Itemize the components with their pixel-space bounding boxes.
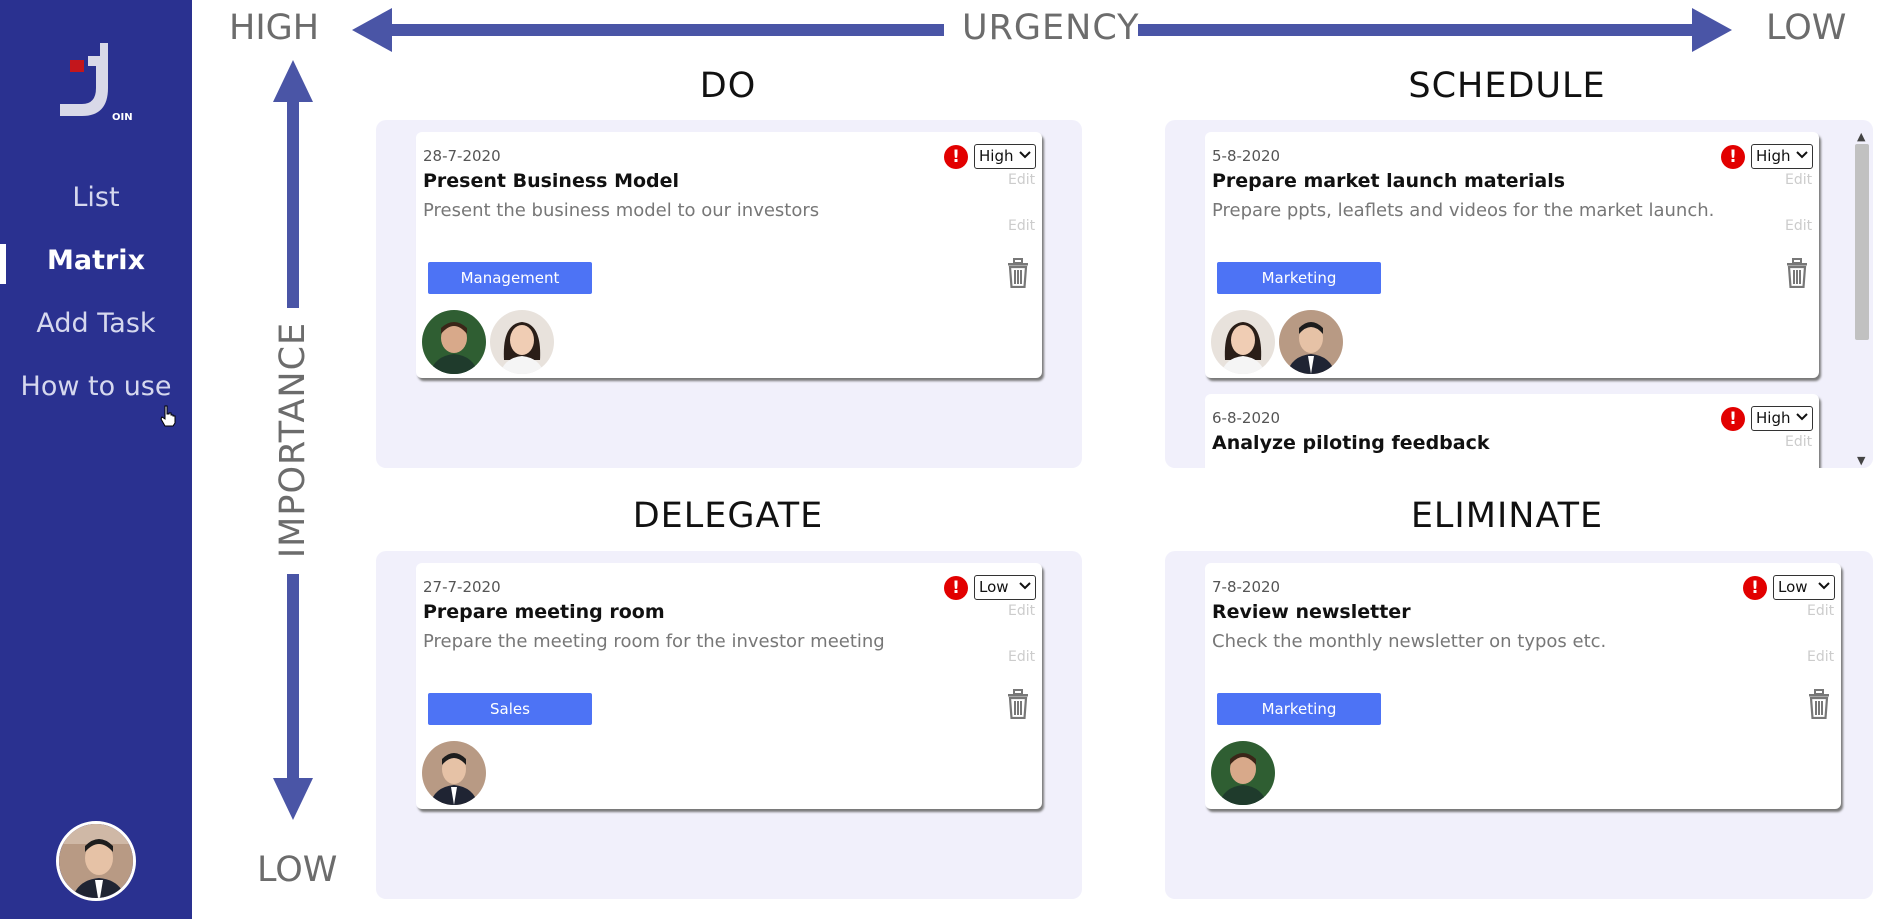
quadrant-title-eliminate: ELIMINATE — [1410, 496, 1604, 536]
task-description: Prepare ppts, leaflets and videos for th… — [1212, 200, 1715, 221]
edit-link[interactable]: Edit — [1008, 603, 1035, 619]
user-avatar[interactable] — [56, 821, 136, 901]
exclamation-circle-icon: ! — [944, 576, 968, 600]
task-title: Analyze piloting feedback — [1212, 432, 1490, 454]
scrollbar[interactable]: ▲ ▼ — [1851, 130, 1873, 468]
quadrant-panel-do: 28-7-2020 Present Business Model Present… — [376, 120, 1082, 468]
task-card[interactable]: 5-8-2020 Prepare market launch materials… — [1205, 132, 1819, 378]
urgency-low-label: LOW — [1766, 8, 1847, 48]
task-description: Present the business model to our invest… — [423, 200, 820, 221]
join-logo[interactable]: OIN — [56, 38, 136, 124]
priority-select[interactable]: High — [1751, 144, 1813, 169]
category-tag: Sales — [428, 693, 592, 725]
category-tag: Marketing — [1217, 262, 1381, 294]
trash-icon[interactable] — [1807, 689, 1831, 719]
sidebar-item-add-task[interactable]: Add Task — [0, 308, 192, 339]
quadrant-panel-schedule: 5-8-2020 Prepare market launch materials… — [1165, 120, 1873, 468]
edit-link[interactable]: Edit — [1785, 434, 1812, 450]
edit-link[interactable]: Edit — [1785, 218, 1812, 234]
chevron-down-icon — [1019, 151, 1031, 159]
priority-select[interactable]: Low — [1773, 575, 1835, 600]
task-date: 5-8-2020 — [1212, 147, 1281, 165]
task-title: Prepare market launch materials — [1212, 170, 1566, 192]
priority-value: High — [1756, 147, 1791, 165]
edit-link[interactable]: Edit — [1785, 172, 1812, 188]
assignee-avatar — [490, 310, 554, 374]
task-title: Review newsletter — [1212, 601, 1411, 623]
chevron-down-icon — [1019, 582, 1031, 590]
task-description: Check the monthly newsletter on typos et… — [1212, 631, 1607, 652]
exclamation-circle-icon: ! — [1721, 407, 1745, 431]
trash-icon[interactable] — [1006, 689, 1030, 719]
task-card[interactable]: 7-8-2020 Review newsletter Check the mon… — [1205, 563, 1841, 809]
scroll-down-arrow[interactable]: ▼ — [1857, 454, 1865, 467]
urgency-high-label: HIGH — [229, 8, 320, 48]
quadrant-title-schedule: SCHEDULE — [1408, 66, 1606, 106]
edit-link[interactable]: Edit — [1807, 603, 1834, 619]
quadrant-title-delegate: DELEGATE — [632, 496, 824, 536]
quadrant-panel-eliminate: 7-8-2020 Review newsletter Check the mon… — [1165, 551, 1873, 899]
exclamation-circle-icon: ! — [1721, 145, 1745, 169]
task-date: 28-7-2020 — [423, 147, 501, 165]
svg-text:OIN: OIN — [112, 112, 133, 123]
edit-link[interactable]: Edit — [1008, 172, 1035, 188]
task-date: 27-7-2020 — [423, 578, 501, 596]
category-tag: Management — [428, 262, 592, 294]
assignee-avatar — [422, 741, 486, 805]
priority-value: High — [979, 147, 1014, 165]
chevron-down-icon — [1796, 413, 1808, 421]
task-date: 7-8-2020 — [1212, 578, 1281, 596]
urgency-axis-title: URGENCY — [962, 8, 1140, 48]
priority-value: High — [1756, 409, 1791, 427]
task-description: Prepare the meeting room for the investo… — [423, 631, 885, 652]
chevron-down-icon — [1796, 151, 1808, 159]
chevron-down-icon — [1818, 582, 1830, 590]
quadrant-title-do: DO — [699, 66, 757, 106]
exclamation-circle-icon: ! — [1743, 576, 1767, 600]
sidebar-item-how-to-use[interactable]: How to use — [0, 371, 192, 402]
sidebar-item-matrix[interactable]: Matrix — [0, 245, 192, 276]
assignee-avatar — [1211, 741, 1275, 805]
importance-low-label: LOW — [257, 850, 338, 890]
trash-icon[interactable] — [1006, 258, 1030, 288]
priority-select[interactable]: High — [1751, 406, 1813, 431]
task-date: 6-8-2020 — [1212, 409, 1281, 427]
task-card[interactable]: 27-7-2020 Prepare meeting room Prepare t… — [416, 563, 1042, 809]
sidebar-item-list[interactable]: List — [0, 182, 192, 213]
exclamation-circle-icon: ! — [944, 145, 968, 169]
assignee-avatar — [1211, 310, 1275, 374]
priority-select[interactable]: High — [974, 144, 1036, 169]
priority-value: Low — [979, 578, 1009, 596]
scroll-thumb[interactable] — [1855, 144, 1869, 340]
task-title: Present Business Model — [423, 170, 680, 192]
importance-axis-title: IMPORTANCE — [273, 321, 313, 559]
trash-icon[interactable] — [1785, 258, 1809, 288]
hand-cursor-icon — [160, 405, 176, 427]
priority-select[interactable]: Low — [974, 575, 1036, 600]
priority-value: Low — [1778, 578, 1808, 596]
task-card[interactable]: 28-7-2020 Present Business Model Present… — [416, 132, 1042, 378]
assignee-avatar — [1279, 310, 1343, 374]
category-tag: Marketing — [1217, 693, 1381, 725]
task-title: Prepare meeting room — [423, 601, 665, 623]
sidebar: OIN List Matrix Add Task How to use — [0, 0, 192, 919]
edit-link[interactable]: Edit — [1008, 649, 1035, 665]
scroll-up-arrow[interactable]: ▲ — [1857, 130, 1865, 143]
quadrant-panel-delegate: 27-7-2020 Prepare meeting room Prepare t… — [376, 551, 1082, 899]
edit-link[interactable]: Edit — [1807, 649, 1834, 665]
edit-link[interactable]: Edit — [1008, 218, 1035, 234]
assignee-avatar — [422, 310, 486, 374]
task-card[interactable]: 6-8-2020 Analyze piloting feedback ! Hig… — [1205, 394, 1819, 468]
